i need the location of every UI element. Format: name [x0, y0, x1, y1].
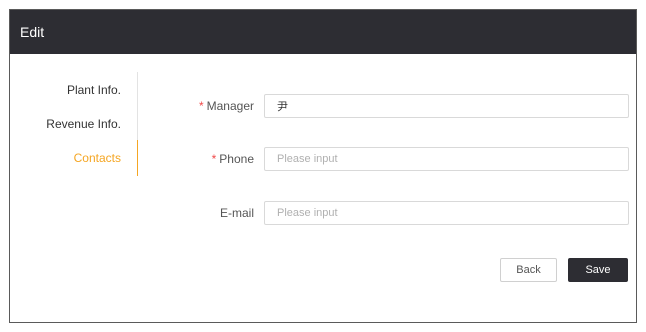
edit-dialog: Edit Plant Info. Revenue Info. Contacts … [9, 9, 637, 323]
dialog-title: Edit [20, 24, 45, 40]
email-label-text: E-mail [219, 206, 254, 220]
required-mark: * [198, 99, 204, 113]
nav-item-plant-info[interactable]: Plant Info. [67, 82, 121, 98]
side-nav: Plant Info. Revenue Info. Contacts [10, 72, 138, 176]
nav-active-indicator [137, 140, 138, 176]
back-button[interactable]: Back [500, 258, 557, 282]
manager-label-text: Manager [206, 99, 254, 113]
email-input[interactable] [264, 201, 629, 225]
manager-row: * Manager [140, 94, 630, 118]
nav-item-revenue-info[interactable]: Revenue Info. [46, 116, 121, 132]
dialog-header: Edit [10, 10, 636, 54]
save-button[interactable]: Save [568, 258, 628, 282]
email-label: E-mail [220, 205, 254, 221]
phone-row: * Phone [140, 147, 630, 171]
required-mark: * [211, 152, 217, 166]
phone-label-text: Phone [219, 152, 254, 166]
manager-label: * Manager [199, 98, 254, 114]
manager-input[interactable] [264, 94, 629, 118]
nav-item-contacts[interactable]: Contacts [74, 150, 121, 166]
phone-label: * Phone [212, 151, 254, 167]
phone-input[interactable] [264, 147, 629, 171]
email-row: E-mail [140, 201, 630, 225]
